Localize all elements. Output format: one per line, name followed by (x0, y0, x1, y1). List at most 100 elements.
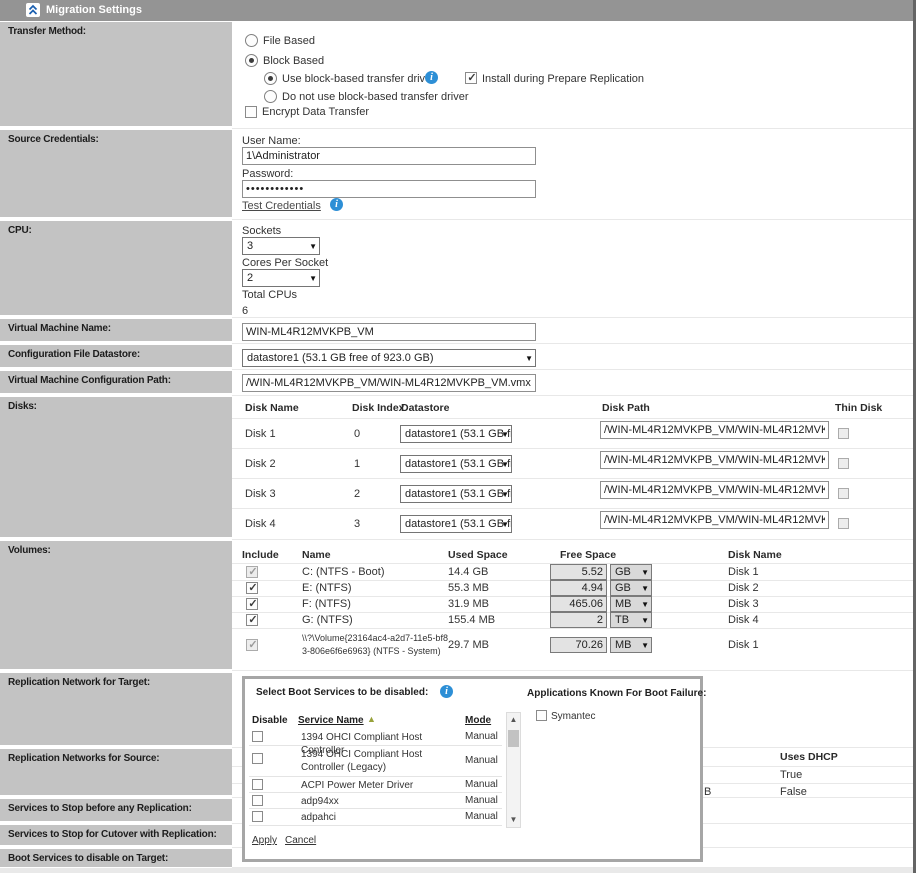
row-separator (232, 478, 913, 479)
config-datastore-select[interactable]: datastore1 (53.1 GB free of 923.0 GB) ▼ (242, 349, 536, 367)
encrypt-checkbox[interactable] (245, 106, 257, 118)
username-input[interactable] (242, 147, 536, 165)
chevron-down-icon: ▼ (641, 568, 649, 577)
row-separator (232, 395, 913, 396)
block-based-radio[interactable] (245, 54, 258, 67)
test-credentials-link[interactable]: Test Credentials (242, 200, 321, 212)
migration-settings-panel: Migration Settings Transfer Method: Sour… (0, 0, 916, 873)
services-scrollbar[interactable]: ▲ ▼ (506, 712, 521, 828)
sockets-value: 3 (243, 238, 319, 252)
service-name: adpahci (301, 811, 459, 824)
collapse-icon[interactable] (26, 3, 40, 17)
label-config-path: Virtual Machine Configuration Path: (0, 371, 232, 393)
volume-used-space: 155.4 MB (448, 614, 495, 626)
thin-disk-checkbox[interactable] (838, 488, 849, 499)
no-block-driver-radio[interactable] (264, 90, 277, 103)
thin-disk-checkbox[interactable] (838, 458, 849, 469)
file-based-radio[interactable] (245, 34, 258, 47)
include-volume-checkbox[interactable] (246, 598, 258, 610)
disk-datastore-select[interactable]: datastore1 (53.1 GB free of 923.0 GB) ▼ (400, 485, 512, 503)
password-label: Password: (242, 168, 293, 180)
disable-service-checkbox[interactable] (252, 753, 263, 764)
use-block-driver-radio[interactable] (264, 72, 277, 85)
scroll-up-icon[interactable]: ▲ (507, 713, 520, 727)
mode-column-header[interactable]: Mode (465, 715, 491, 726)
no-block-driver-label: Do not use block-based transfer driver (282, 91, 468, 103)
disable-service-checkbox[interactable] (252, 779, 263, 790)
free-space-unit-select[interactable]: GB ▼ (610, 580, 652, 596)
row-separator (232, 219, 913, 220)
chevron-down-icon: ▼ (525, 354, 533, 363)
disks-header-datastore: Datastore (401, 402, 449, 414)
chevron-down-icon: ▼ (501, 430, 509, 439)
config-path-input[interactable] (242, 374, 536, 392)
disks-header-thin: Thin Disk (835, 402, 882, 414)
row-separator (232, 867, 913, 868)
volume-name: \\?\Volume{23164ac4-a2d7-11e5-bf83-806e6… (302, 632, 448, 658)
install-prepare-label: Install during Prepare Replication (482, 73, 644, 85)
scrollbar-thumb[interactable] (508, 730, 519, 747)
volume-disk-name: Disk 1 (728, 566, 759, 578)
free-space-unit-select[interactable]: MB ▼ (610, 596, 652, 612)
info-icon[interactable]: i (330, 198, 343, 211)
volumes-header-free: Free Space (560, 549, 616, 561)
info-icon[interactable]: i (440, 685, 453, 698)
symantec-checkbox[interactable] (536, 710, 547, 721)
apps-boot-failure-title: Applications Known For Boot Failure: (527, 688, 706, 699)
include-volume-checkbox[interactable] (246, 566, 258, 578)
free-space-input[interactable] (550, 637, 607, 653)
thin-disk-checkbox[interactable] (838, 518, 849, 529)
free-space-input[interactable] (550, 564, 607, 580)
disk-datastore-select[interactable]: datastore1 (53.1 GB free of 923.0 GB) ▼ (400, 425, 512, 443)
row-separator (232, 448, 913, 449)
disk-name: Disk 3 (245, 488, 276, 500)
disk-path-input[interactable] (600, 451, 829, 469)
volume-disk-name: Disk 3 (728, 598, 759, 610)
scroll-down-icon[interactable]: ▼ (507, 813, 520, 827)
total-cpus-label: Total CPUs (242, 289, 297, 301)
sockets-select[interactable]: 3 ▼ (242, 237, 320, 255)
vm-name-input[interactable] (242, 323, 536, 341)
info-icon[interactable]: i (425, 71, 438, 84)
service-mode: Manual (465, 811, 498, 822)
apply-link[interactable]: Apply (252, 835, 277, 846)
include-volume-checkbox[interactable] (246, 639, 258, 651)
chevron-down-icon: ▼ (501, 460, 509, 469)
disable-service-checkbox[interactable] (252, 795, 263, 806)
free-space-input[interactable] (550, 580, 607, 596)
row-separator (232, 628, 913, 629)
cancel-link[interactable]: Cancel (285, 835, 316, 846)
free-space-input[interactable] (550, 612, 607, 628)
disk-path-input[interactable] (600, 511, 829, 529)
disable-service-checkbox[interactable] (252, 811, 263, 822)
install-prepare-checkbox[interactable] (465, 72, 477, 84)
disable-service-checkbox[interactable] (252, 731, 263, 742)
page-title: Migration Settings (46, 4, 142, 16)
cores-select[interactable]: 2 ▼ (242, 269, 320, 287)
include-volume-checkbox[interactable] (246, 614, 258, 626)
disk-path-input[interactable] (600, 421, 829, 439)
free-space-unit-select[interactable]: MB ▼ (610, 637, 652, 653)
label-boot-services-disable: Boot Services to disable on Target: (0, 849, 232, 867)
label-transfer-method: Transfer Method: (0, 22, 232, 126)
row-separator (232, 670, 913, 671)
thin-disk-checkbox[interactable] (838, 428, 849, 439)
free-space-input[interactable] (550, 596, 607, 612)
volumes-header-include: Include (242, 549, 279, 561)
list-separator (249, 825, 502, 826)
disk-name: Disk 4 (245, 518, 276, 530)
chevron-down-icon: ▼ (641, 641, 649, 650)
volume-used-space: 55.3 MB (448, 582, 489, 594)
disk-path-input[interactable] (600, 481, 829, 499)
disk-datastore-select[interactable]: datastore1 (53.1 GB free of 923.0 GB) ▼ (400, 455, 512, 473)
free-space-unit-select[interactable]: GB ▼ (610, 564, 652, 580)
service-name-column-header[interactable]: Service Name (298, 715, 364, 726)
free-space-unit-select[interactable]: TB ▼ (610, 612, 652, 628)
use-block-driver-label: Use block-based transfer driver (282, 73, 435, 85)
clipped-cell-text: B (704, 786, 711, 798)
volume-name: E: (NTFS) (302, 582, 352, 594)
password-input[interactable] (242, 180, 536, 198)
service-name: adp94xx (301, 795, 459, 808)
disk-datastore-select[interactable]: datastore1 (53.1 GB free of 923.0 GB) ▼ (400, 515, 512, 533)
include-volume-checkbox[interactable] (246, 582, 258, 594)
